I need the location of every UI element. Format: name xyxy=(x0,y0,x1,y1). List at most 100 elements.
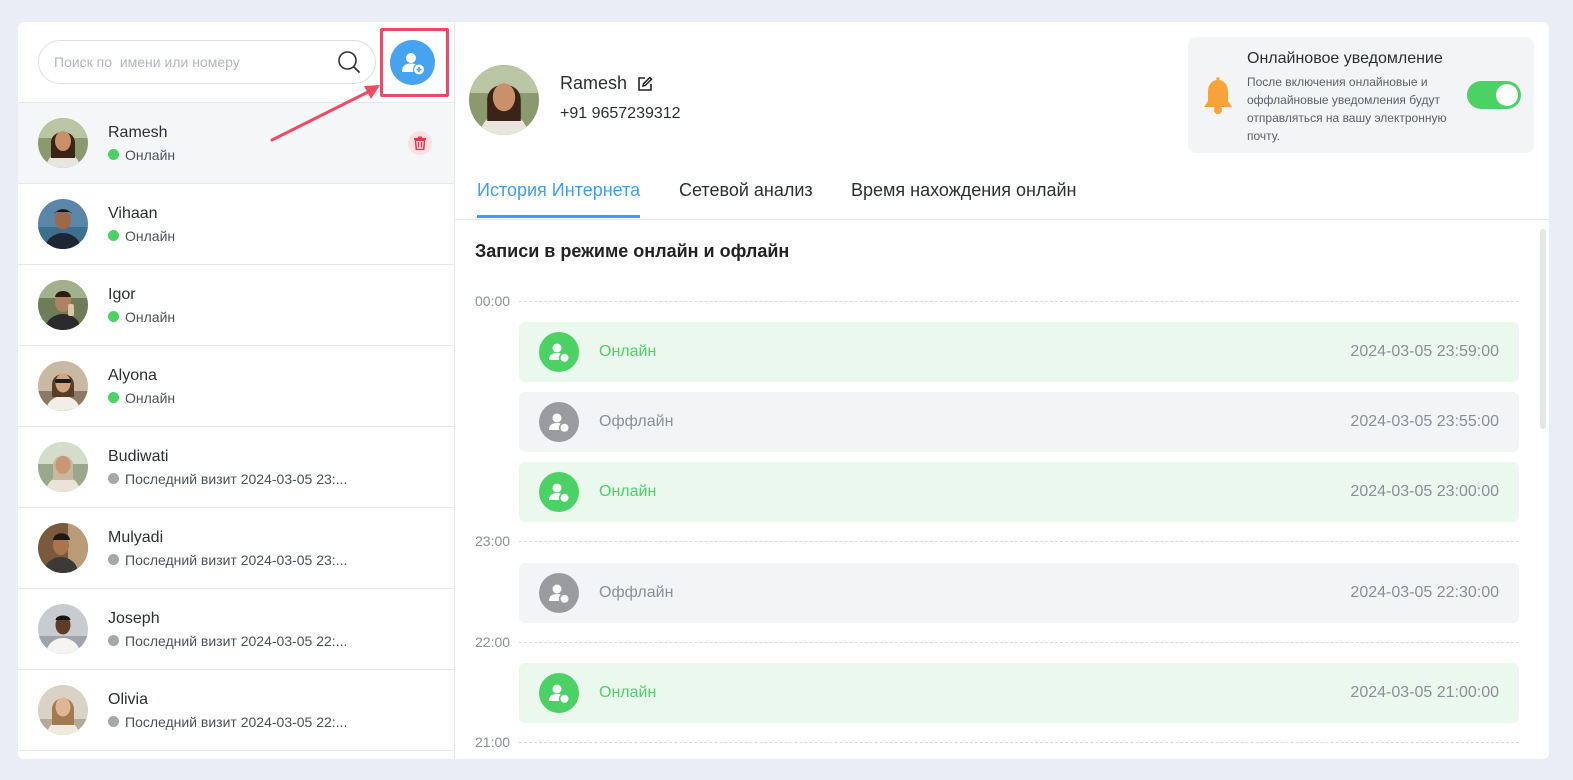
record-time: 2024-03-05 23:55:00 xyxy=(1350,413,1499,430)
app-window: Ramesh Онлайн Vihaan Онлайн xyxy=(18,22,1549,759)
record-status: Онлайн xyxy=(599,483,657,500)
status-dot xyxy=(108,230,119,241)
notification-toggle[interactable] xyxy=(1467,81,1521,109)
add-contact-button[interactable] xyxy=(390,40,435,85)
record-time: 2024-03-05 23:59:00 xyxy=(1350,343,1499,360)
record-status: Оффлайн xyxy=(599,413,674,430)
contact-item[interactable]: Igor Онлайн xyxy=(18,265,454,346)
status-dot xyxy=(108,392,119,403)
record-time: 2024-03-05 21:00:00 xyxy=(1350,684,1499,701)
profile-header: Ramesh +91 9657239312 xyxy=(469,65,681,135)
contact-name: Joseph xyxy=(108,609,160,627)
user-online-icon xyxy=(539,332,579,372)
record-item: Онлайн 2024-03-05 23:00:00 xyxy=(519,462,1519,522)
tab-network-analysis[interactable]: Сетевой анализ xyxy=(679,180,813,215)
profile-avatar xyxy=(469,65,539,135)
records-title: Записи в режиме онлайн и офлайн xyxy=(475,241,790,261)
sidebar-header xyxy=(18,22,454,103)
contact-info: Joseph Последний визит 2024-03-05 22:... xyxy=(108,610,347,649)
avatar xyxy=(38,199,88,249)
notification-title: Онлайновое уведомление xyxy=(1247,50,1443,67)
record-status: Оффлайн xyxy=(599,584,674,601)
record-item: Оффлайн 2024-03-05 22:30:00 xyxy=(519,563,1519,623)
trash-icon xyxy=(413,136,427,150)
avatar xyxy=(38,523,88,573)
contact-name: Mulyadi xyxy=(108,528,164,546)
record-item: Онлайн 2024-03-05 21:00:00 xyxy=(519,663,1519,723)
avatar xyxy=(38,361,88,411)
record-item: Оффлайн 2024-03-05 23:55:00 xyxy=(519,392,1519,452)
contact-item[interactable]: Alyona Онлайн xyxy=(18,346,454,427)
contact-item[interactable]: Vihaan Онлайн xyxy=(18,184,454,265)
time-marker: 21:00 xyxy=(475,734,1519,750)
time-divider xyxy=(519,741,1519,743)
bell-icon xyxy=(1202,77,1234,120)
avatar xyxy=(38,280,88,330)
status-text: Онлайн xyxy=(125,308,176,325)
record-time: 2024-03-05 22:30:00 xyxy=(1350,584,1499,601)
status-dot xyxy=(108,473,119,484)
contact-status: Последний визит 2024-03-05 23:... xyxy=(108,471,347,487)
status-dot xyxy=(108,311,119,322)
status-dot xyxy=(108,554,119,565)
contact-info: Ramesh Онлайн xyxy=(108,124,175,163)
user-online-icon xyxy=(539,472,579,512)
time-marker: 22:00 xyxy=(475,634,1519,650)
avatar xyxy=(38,442,88,492)
avatar xyxy=(38,118,88,168)
time-label: 22:00 xyxy=(475,634,511,650)
contact-status: Последний визит 2024-03-05 22:... xyxy=(108,714,347,730)
status-text: Последний визит 2024-03-05 23:... xyxy=(125,470,348,487)
scrollbar[interactable] xyxy=(1540,229,1546,429)
search-input[interactable] xyxy=(54,54,337,70)
search-box xyxy=(38,40,376,84)
time-marker: 00:00 xyxy=(475,293,1519,309)
contact-status: Онлайн xyxy=(108,147,175,163)
status-text: Онлайн xyxy=(125,146,176,163)
time-marker: 23:00 xyxy=(475,533,1519,549)
contact-name: Budiwati xyxy=(108,447,169,465)
contact-item[interactable]: Olivia Последний визит 2024-03-05 22:... xyxy=(18,670,454,751)
contact-item[interactable]: Budiwati Последний визит 2024-03-05 23:.… xyxy=(18,427,454,508)
contact-item[interactable]: Joseph Последний визит 2024-03-05 22:... xyxy=(18,589,454,670)
record-item: Онлайн 2024-03-05 23:59:00 xyxy=(519,322,1519,382)
notification-card: Онлайновое уведомление После включения о… xyxy=(1188,37,1534,153)
tab-bar: История Интернета Сетевой анализ Время н… xyxy=(455,170,1549,220)
user-online-icon xyxy=(539,673,579,713)
contact-item[interactable]: Mulyadi Последний визит 2024-03-05 23:..… xyxy=(18,508,454,589)
profile-phone: +91 9657239312 xyxy=(560,105,681,122)
status-dot xyxy=(108,149,119,160)
contact-info: Igor Онлайн xyxy=(108,286,175,325)
status-text: Последний визит 2024-03-05 23:... xyxy=(125,551,348,568)
contact-name: Alyona xyxy=(108,366,157,384)
contact-name: Igor xyxy=(108,285,136,303)
contact-info: Budiwati Последний визит 2024-03-05 23:.… xyxy=(108,448,347,487)
search-icon[interactable] xyxy=(337,50,361,74)
status-text: Последний визит 2024-03-05 22:... xyxy=(125,632,348,649)
status-text: Онлайн xyxy=(125,389,176,406)
contact-status: Онлайн xyxy=(108,390,175,406)
edit-icon[interactable] xyxy=(637,75,653,92)
tab-internet-history[interactable]: История Интернета xyxy=(477,180,641,218)
contact-name: Olivia xyxy=(108,690,149,708)
status-text: Последний визит 2024-03-05 22:... xyxy=(125,713,348,730)
tab-online-time[interactable]: Время нахождения онлайн xyxy=(851,180,1076,215)
time-divider xyxy=(519,300,1519,302)
time-divider xyxy=(519,641,1519,643)
status-dot xyxy=(108,716,119,727)
contact-name: Ramesh xyxy=(108,123,168,141)
time-label: 21:00 xyxy=(475,734,511,750)
contact-info: Olivia Последний визит 2024-03-05 22:... xyxy=(108,691,347,730)
contact-name: Vihaan xyxy=(108,204,158,222)
delete-contact-button[interactable] xyxy=(408,131,432,155)
main-panel: Ramesh +91 9657239312 Онлайновое уведомл… xyxy=(455,22,1549,759)
contact-status: Онлайн xyxy=(108,309,175,325)
profile-name: Ramesh xyxy=(560,73,628,93)
pointer-arrow-annotation xyxy=(270,85,380,142)
avatar xyxy=(38,604,88,654)
contact-status: Последний визит 2024-03-05 22:... xyxy=(108,633,347,649)
contact-info: Vihaan Онлайн xyxy=(108,205,175,244)
contact-info: Mulyadi Последний визит 2024-03-05 23:..… xyxy=(108,529,347,568)
status-text: Онлайн xyxy=(125,227,176,244)
contact-item[interactable]: Ramesh Онлайн xyxy=(18,103,454,184)
